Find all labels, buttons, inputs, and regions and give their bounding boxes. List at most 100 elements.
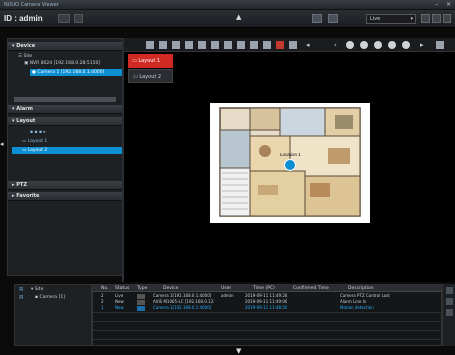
layout-item-1[interactable]: ▭ Layout 1 [22, 139, 47, 144]
map-marker-label: Location 1 [280, 152, 301, 157]
top-toolbar: ID : admin ▲ Live ▾ [0, 10, 455, 28]
favorite-section-header[interactable]: ▸ Favorite [8, 192, 124, 201]
tree-item-nvr[interactable]: ▣ NVR 8024 [192.168.0.28:5150] [24, 61, 100, 66]
col-status[interactable]: Status [115, 285, 129, 292]
cell: 2019-09-11 11:48:56 [245, 305, 288, 310]
col-no[interactable]: No. [101, 285, 108, 292]
col-description[interactable]: Description [348, 285, 374, 292]
record-icon[interactable] [276, 41, 284, 49]
title-bar: NUUO Camera Viewer – × [0, 0, 455, 10]
user-id-label: ID : admin [4, 14, 43, 23]
tree-item-site[interactable]: ☰ Site [18, 54, 32, 59]
collapse-left-icon[interactable]: ◂ [0, 140, 4, 148]
layout-icons [312, 14, 344, 25]
tree-item-camera-label: Camera 1 [192.168.0.1:4000] [37, 70, 105, 75]
cell: Motion detection [340, 305, 374, 310]
collapse-top-icon[interactable]: ▲ [236, 13, 241, 21]
fit-icon[interactable] [388, 41, 396, 49]
tool-icon-4[interactable] [185, 41, 193, 49]
col-time[interactable]: Time (PC) [253, 285, 275, 292]
window-title: NUUO Camera Viewer [4, 2, 59, 8]
alarm-section-header[interactable]: ▾ Alarm [8, 105, 124, 114]
row-divider [93, 321, 443, 322]
bottom-site-item[interactable]: ▾ Site [31, 287, 43, 292]
tree-item-site-label: Site [23, 54, 33, 59]
zoom-in-icon[interactable] [346, 41, 354, 49]
layout-grid-icon[interactable] [312, 14, 322, 23]
minimize-icon[interactable]: – [433, 1, 440, 8]
bottom-camera-label: Camera [1] [39, 295, 65, 300]
cell: Camera 1[192.168.0.1:4000] [153, 305, 212, 310]
view-select-value: Live [370, 16, 381, 22]
row-divider [93, 339, 443, 340]
tool-icon-8[interactable] [237, 41, 245, 49]
layout-toolbar[interactable]: ▪ ▪ ▪ ▸ [30, 130, 46, 135]
left-panel: ▾ Device ☰ Site ▣ NVR 8024 [192.168.0.28… [7, 38, 124, 276]
cell: 1 [101, 305, 104, 310]
side-tool-icon-1[interactable] [446, 287, 453, 294]
fullscreen-button[interactable] [421, 14, 430, 23]
col-type[interactable]: Type [137, 285, 147, 292]
layout-item-2-label: Layout 2 [27, 148, 48, 153]
col-device[interactable]: Device [163, 285, 178, 292]
col-user[interactable]: User [221, 285, 231, 292]
device-section-title: Device [16, 43, 36, 49]
layout-single-icon[interactable] [328, 14, 338, 23]
panel-icon[interactable] [436, 41, 444, 49]
floor-plan-map[interactable]: Location 1 [210, 103, 370, 223]
tool-icon-3[interactable] [172, 41, 180, 49]
favorite-section-title: Favorite [16, 193, 40, 199]
view-select[interactable]: Live ▾ [366, 14, 416, 24]
tab-layout-1-label: Layout 1 [138, 58, 161, 64]
search-icon[interactable] [374, 41, 382, 49]
type-icon [137, 305, 145, 311]
close-icon[interactable]: × [445, 1, 452, 8]
back-icon[interactable]: ‹ [334, 41, 342, 49]
bottom-icon-2[interactable]: ▤ [19, 295, 23, 300]
collapse-bottom-icon[interactable]: ▼ [236, 347, 241, 355]
layout-section-header[interactable]: ▾ Layout [8, 117, 124, 126]
layout-item-2-selected[interactable]: ▭ Layout 2 [12, 147, 124, 154]
bottom-icon-1[interactable]: ▤ [19, 287, 23, 292]
ptz-section-header[interactable]: ▸ PTZ [8, 181, 124, 190]
tool-icon-10[interactable] [263, 41, 271, 49]
type-icon [137, 293, 145, 299]
bottom-camera-item[interactable]: ▪ Camera [1] [35, 295, 65, 300]
tool-icon-12[interactable] [289, 41, 297, 49]
logout-button[interactable] [74, 14, 83, 23]
tool-icon-9[interactable] [250, 41, 258, 49]
chevron-down-icon: ▾ [410, 16, 413, 22]
cell: New [115, 305, 124, 310]
col-confirmed[interactable]: Confirmed Time [293, 285, 329, 292]
tool-icon-7[interactable] [224, 41, 232, 49]
tab-layout-1[interactable]: ▭ Layout 1 [128, 54, 173, 68]
gear-icon[interactable] [402, 41, 410, 49]
scrollbar[interactable] [14, 97, 116, 102]
tree-item-nvr-label: NVR 8024 [192.168.0.28:5150] [29, 61, 101, 66]
settings-button[interactable] [432, 14, 441, 23]
help-button[interactable] [443, 14, 451, 23]
tree-item-camera-selected[interactable]: ● Camera 1 [192.168.0.1:4000] [30, 69, 124, 76]
zoom-out-icon[interactable] [360, 41, 368, 49]
lock-button[interactable] [58, 14, 70, 23]
type-icon [137, 299, 145, 305]
event-table: No. Status Type Device User Time (PC) Co… [92, 284, 443, 346]
bottom-device-panel: ▤ ▾ Site ▤ ▪ Camera [1] [14, 284, 92, 346]
side-tool-icon-2[interactable] [446, 298, 453, 305]
tool-icon-5[interactable] [198, 41, 206, 49]
row-divider [93, 312, 443, 313]
tool-icon-6[interactable] [211, 41, 219, 49]
tool-icon-1[interactable] [146, 41, 154, 49]
ptz-section-title: PTZ [16, 182, 27, 188]
row-divider [93, 330, 443, 331]
table-row[interactable]: 1 New Camera 1[192.168.0.1:4000] 2019-09… [93, 305, 443, 311]
camera-marker-icon[interactable] [284, 159, 296, 171]
tab-layout-2[interactable]: ▭ Layout 2 [128, 69, 173, 83]
prev-icon[interactable]: ◂ [306, 41, 314, 49]
layout-item-1-label: Layout 1 [27, 139, 48, 144]
next-icon[interactable]: ▸ [420, 41, 428, 49]
tool-icon-2[interactable] [159, 41, 167, 49]
bottom-site-label: Site [34, 287, 44, 292]
device-section-header[interactable]: ▾ Device [8, 42, 124, 51]
side-tool-icon-3[interactable] [446, 309, 453, 316]
